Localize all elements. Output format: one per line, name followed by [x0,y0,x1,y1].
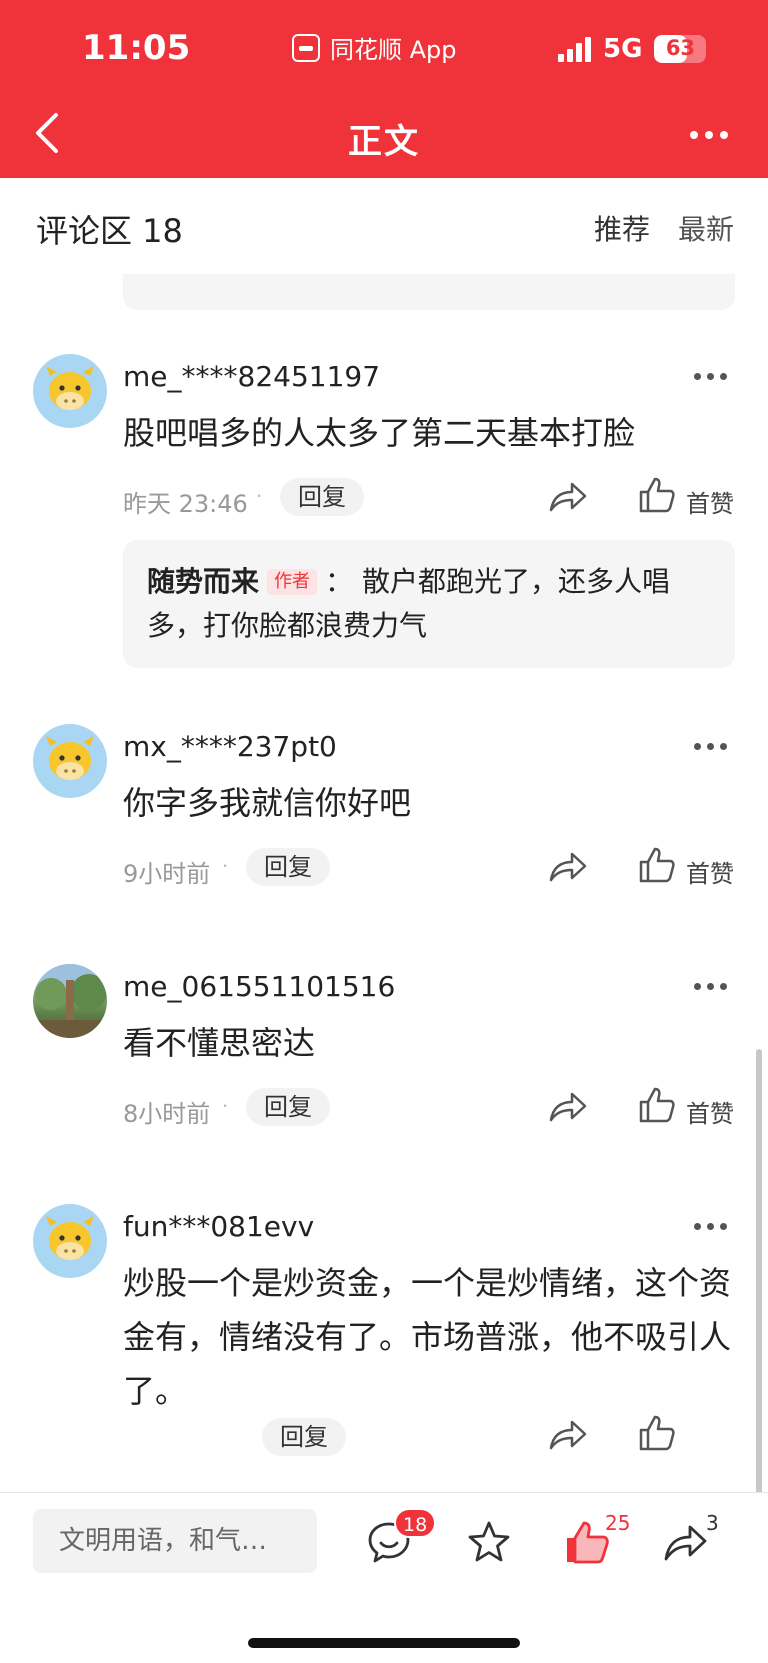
comment-more-icon[interactable] [694,976,734,996]
avatar[interactable] [33,354,107,428]
network-type: 5G [603,34,643,64]
share-icon[interactable] [662,1519,708,1565]
bottom-action-bar: 文明用语，和气… 18 25 3 [0,1492,768,1663]
author-badge: 作者 [267,569,318,595]
comment-more-icon[interactable] [694,1216,734,1236]
comment-item: fun***081evv 炒股一个是炒资金，一个是炒情绪，这个资金有，情绪没有了… [0,1204,768,1492]
comment-time: 8小时前 [123,1100,211,1128]
battery-level: 63 [665,36,696,60]
cow-avatar-icon [46,736,94,780]
like-count: 25 [605,1511,631,1535]
thumbs-up-icon[interactable] [638,476,676,514]
meta-separator: · [256,484,263,508]
comment-text: 你字多我就信你好吧 [123,784,412,822]
share-icon[interactable] [548,1088,588,1124]
comment-text: 看不懂思密达 [123,1024,316,1062]
like-label[interactable]: 首赞 [686,484,734,519]
status-app-name: 同花顺 App [330,36,457,64]
comments-header: 评论区 18 推荐 最新 [0,178,768,274]
reply-box[interactable]: 随势而来 作者： 散户都跑光了，还多人唱多，打你脸都浪费力气 [123,540,735,668]
cow-avatar-icon [46,1216,94,1260]
comment-username[interactable]: mx_****237pt0 [123,730,337,763]
comment-time: 9小时前 [123,860,211,888]
comments-title: 评论区 18 [36,212,183,250]
battery-icon: 63 [654,35,707,63]
avatar[interactable] [33,1204,107,1278]
more-icon[interactable] [690,120,738,150]
cow-avatar-icon [46,366,94,410]
reply-button[interactable]: 回复 [280,478,364,516]
status-time: 11:05 [82,28,191,68]
comment-input[interactable]: 文明用语，和气… [33,1509,317,1573]
signal-icon [558,36,591,62]
reply-content: 随势而来 作者： 散户都跑光了，还多人唱多，打你脸都浪费力气 [147,560,713,648]
comment-text: 股吧唱多的人太多了第二天基本打脸 [123,414,636,452]
avatar[interactable] [33,724,107,798]
comment-username[interactable]: me_****82451197 [123,360,380,393]
avatar[interactable] [33,964,107,1038]
comment-item: me_****82451197 股吧唱多的人太多了第二天基本打脸 昨天 23:4… [0,354,768,714]
sort-latest-tab[interactable]: 最新 [678,208,734,248]
share-icon[interactable] [548,1416,588,1452]
scrollbar[interactable] [756,1049,762,1519]
thumbs-up-icon[interactable] [638,1414,676,1452]
meta-separator: · [222,854,229,878]
comment-username[interactable]: me_061551101516 [123,970,395,1003]
star-icon[interactable] [466,1519,512,1565]
reply-button[interactable]: 回复 [262,1418,346,1456]
like-icon[interactable] [564,1519,610,1565]
app-logo-icon [292,33,320,62]
status-indicators: 5G 63 [558,34,707,64]
top-bar: 11:05 同花顺 App 5G 63 正文 [0,0,768,178]
reply-button[interactable]: 回复 [246,848,330,886]
reply-author[interactable]: 随势而来 [147,565,259,598]
comment-text: 炒股一个是炒资金，一个是炒情绪，这个资金有，情绪没有了。市场普涨，他不吸引人了。 [123,1264,732,1410]
status-app-indicator[interactable]: 同花顺 App [292,30,457,65]
comment-item: me_061551101516 看不懂思密达 8小时前 · 回复 首赞 [0,964,768,1164]
meta-separator: · [222,1094,229,1118]
comment-username[interactable]: fun***081evv [123,1210,314,1243]
reply-box-partial [123,274,735,310]
comment-list[interactable]: me_****82451197 股吧唱多的人太多了第二天基本打脸 昨天 23:4… [0,274,768,1492]
photo-avatar-icon [33,964,107,1038]
thumbs-up-icon[interactable] [638,846,676,884]
like-label[interactable]: 首赞 [686,1094,734,1129]
comment-more-icon[interactable] [694,366,734,386]
comment-count-badge: 18 [394,1508,437,1538]
sort-recommended-tab[interactable]: 推荐 [594,208,650,248]
reply-separator: ： [325,565,354,598]
share-icon[interactable] [548,478,588,514]
like-label[interactable]: 首赞 [686,854,734,889]
share-icon[interactable] [548,848,588,884]
share-count: 3 [706,1511,719,1535]
comment-more-icon[interactable] [694,736,734,756]
page-title: 正文 [348,122,420,162]
home-indicator[interactable] [248,1638,520,1648]
thumbs-up-icon[interactable] [638,1086,676,1124]
reply-button[interactable]: 回复 [246,1088,330,1126]
comment-time: 昨天 23:46 [123,490,248,518]
comment-item: mx_****237pt0 你字多我就信你好吧 9小时前 · 回复 首赞 [0,724,768,924]
